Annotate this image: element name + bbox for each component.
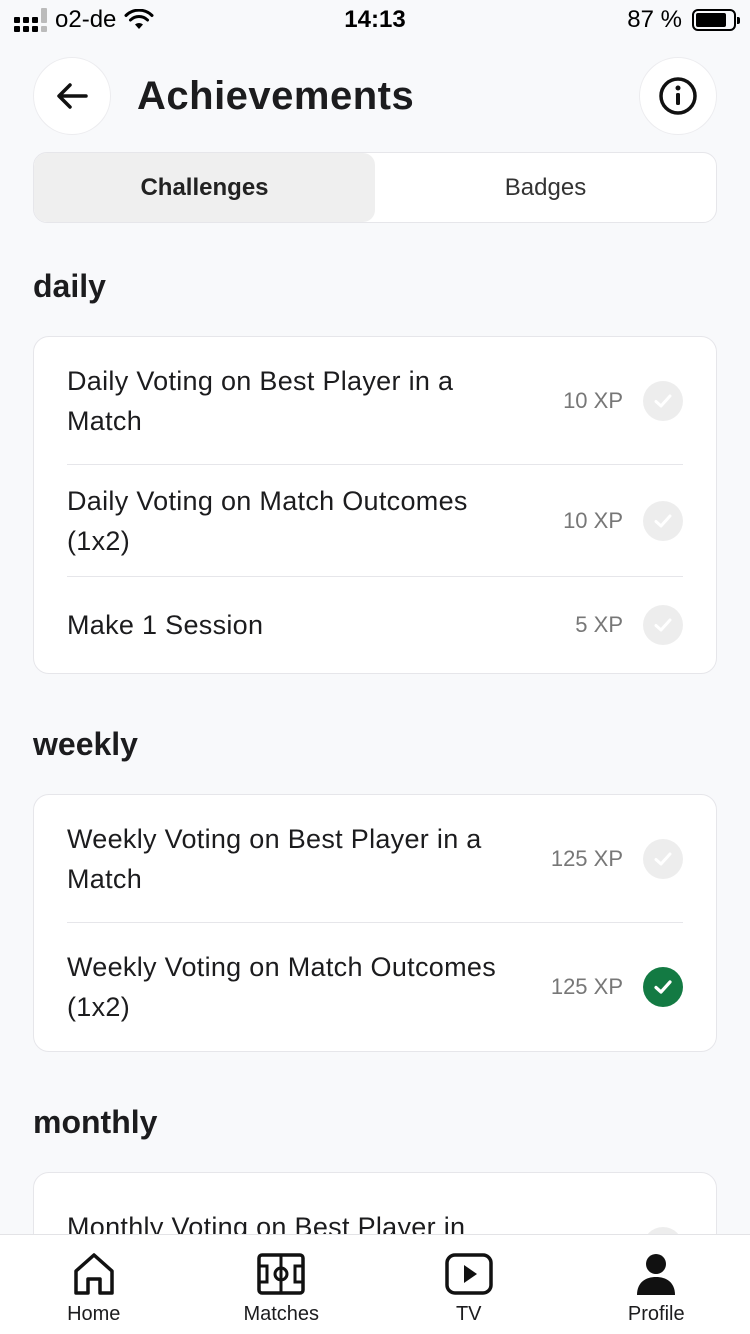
back-button[interactable] [33, 57, 111, 135]
challenge-row[interactable]: Weekly Voting on Best Player in a Match … [67, 795, 683, 923]
info-icon [659, 77, 697, 115]
challenge-label: Weekly Voting on Match Outcomes (1x2) [67, 952, 496, 1022]
challenge-label: Daily Voting on Best Player in a Match [67, 365, 454, 436]
wifi-icon [124, 9, 154, 29]
challenge-row[interactable]: Daily Voting on Match Outcomes (1x2) 10 … [67, 465, 683, 577]
section-title-monthly: monthly [33, 1104, 158, 1140]
check-icon [643, 500, 683, 541]
section-title-daily: daily [33, 268, 106, 304]
nav-label: Matches [243, 1303, 320, 1325]
challenge-label: Weekly Voting on Best Player in a Match [67, 823, 482, 894]
xp-value: 5 XP [575, 612, 623, 637]
home-icon [74, 1253, 114, 1295]
battery-icon [692, 9, 740, 31]
tab-challenges[interactable]: Challenges [34, 153, 375, 222]
challenge-row[interactable]: Weekly Voting on Match Outcomes (1x2) 12… [67, 923, 683, 1051]
check-icon [643, 838, 683, 879]
xp-value: 10 XP [563, 387, 623, 413]
info-button[interactable] [639, 57, 717, 135]
arrow-left-icon [57, 83, 88, 109]
nav-label: Profile [627, 1303, 685, 1325]
segmented-tabs: Challenges Badges [33, 152, 717, 223]
pitch-icon [257, 1253, 305, 1295]
check-icon [643, 605, 683, 645]
xp-value: 125 XP [550, 845, 623, 871]
signal-icon [14, 8, 47, 32]
nav-label: Home [67, 1303, 121, 1325]
tab-badges[interactable]: Badges [375, 153, 716, 222]
challenge-row[interactable]: Daily Voting on Best Player in a Match 1… [67, 337, 683, 465]
challenge-label: Daily Voting on Match Outcomes (1x2) [67, 485, 468, 556]
status-bar: o2-de 14:13 87 % [0, 0, 750, 40]
profile-icon [637, 1254, 676, 1295]
xp-value: 10 XP [563, 507, 623, 533]
battery-percent: 87 % [627, 6, 682, 33]
nav-matches[interactable]: Matches [188, 1235, 376, 1334]
check-icon [643, 380, 683, 421]
challenge-row[interactable]: Make 1 Session 5 XP [67, 577, 683, 673]
section-title-weekly: weekly [33, 726, 138, 762]
nav-tv[interactable]: TV [375, 1235, 563, 1334]
page-header: Achievements [33, 57, 717, 135]
check-completed-icon [643, 967, 683, 1007]
challenge-card-daily: Daily Voting on Best Player in a Match 1… [33, 336, 717, 674]
bottom-navigation: Home Matches TV Profile [0, 1234, 750, 1334]
xp-value: 125 XP [550, 974, 623, 999]
play-icon [445, 1253, 493, 1295]
carrier-label: o2-de [55, 6, 117, 33]
challenge-label: Make 1 Session [67, 610, 264, 640]
challenge-card-weekly: Weekly Voting on Best Player in a Match … [33, 794, 717, 1052]
nav-home[interactable]: Home [0, 1235, 188, 1334]
nav-profile[interactable]: Profile [563, 1235, 750, 1334]
nav-label: TV [455, 1303, 482, 1325]
page-title: Achievements [137, 73, 415, 118]
